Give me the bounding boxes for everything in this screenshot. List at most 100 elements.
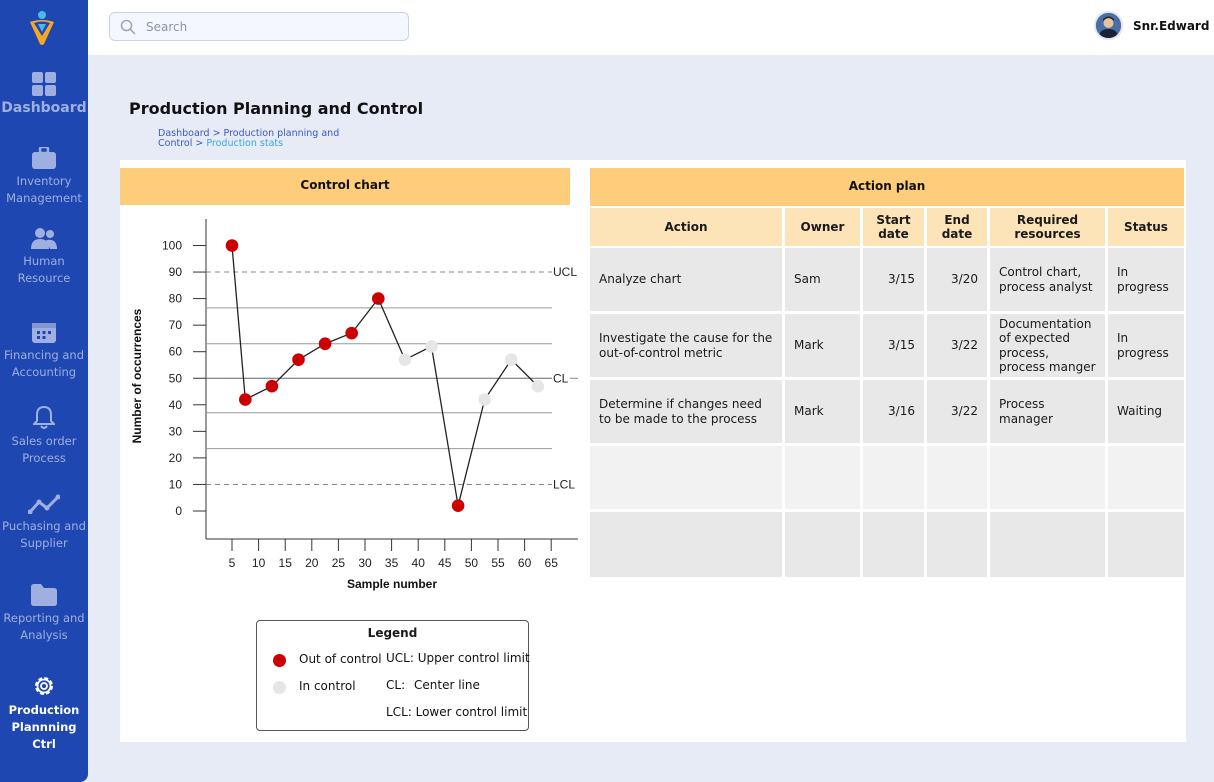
table-cell-empty bbox=[785, 512, 860, 577]
sidebar-item-reporting[interactable]: Reporting and Analysis bbox=[0, 584, 88, 644]
sidebar-item-inventory[interactable]: Inventory Management bbox=[0, 147, 88, 207]
legend-cl-key: CL: bbox=[386, 678, 406, 692]
x-tick-label: 25 bbox=[332, 556, 346, 570]
data-point-in-control bbox=[398, 353, 412, 366]
trend-icon bbox=[28, 494, 60, 514]
x-tick-label: 30 bbox=[358, 556, 372, 570]
data-point-in-control bbox=[425, 340, 438, 353]
control-line-label-ucl: UCL bbox=[553, 265, 577, 279]
table-cell-status: In progress bbox=[1108, 314, 1184, 377]
user-avatar-icon bbox=[1096, 13, 1121, 38]
table-cell-empty bbox=[785, 446, 860, 509]
control-line-label-lcl: LCL bbox=[553, 477, 575, 491]
column-header-end-date: End date bbox=[927, 208, 987, 246]
calendar-icon bbox=[32, 323, 56, 343]
page-title: Production Planning and Control bbox=[129, 99, 424, 118]
sidebar-item-label: Dashboard bbox=[1, 100, 87, 116]
data-point-in-control bbox=[505, 353, 518, 366]
table-cell-end: 3/22 bbox=[927, 380, 987, 443]
table-cell-owner: Mark bbox=[785, 380, 860, 443]
search-box[interactable] bbox=[109, 12, 409, 41]
column-header-start-date: Start date bbox=[863, 208, 924, 246]
table-cell-empty bbox=[863, 446, 924, 509]
table-cell-status: In progress bbox=[1108, 248, 1184, 311]
table-cell-end: 3/20 bbox=[927, 248, 987, 311]
sidebar: Dashboard Inventory Management Human Res… bbox=[0, 0, 88, 782]
x-axis-label: Sample number bbox=[347, 577, 437, 591]
control-line-label-cl: CL bbox=[553, 371, 569, 385]
table-cell-empty bbox=[1108, 446, 1184, 509]
y-tick-label: 10 bbox=[169, 477, 183, 491]
table-cell-owner: Mark bbox=[785, 314, 860, 377]
data-point-out-of-control bbox=[239, 393, 252, 406]
y-tick-label: 70 bbox=[169, 318, 183, 332]
table-cell-end: 3/22 bbox=[927, 314, 987, 377]
series-line bbox=[231, 245, 539, 506]
data-point-out-of-control bbox=[318, 337, 332, 351]
in-control-marker bbox=[273, 681, 286, 694]
data-point-out-of-control bbox=[225, 239, 239, 252]
search-icon bbox=[120, 19, 136, 35]
briefcase-icon bbox=[32, 147, 56, 169]
sidebar-item-label: Sales order Process bbox=[11, 434, 77, 465]
table-cell-status: Waiting bbox=[1108, 380, 1184, 443]
sidebar-item-sales-order[interactable]: Sales order Process bbox=[0, 405, 88, 467]
sidebar-item-label: Financing and Accounting bbox=[4, 348, 84, 379]
sidebar-item-label: Reporting and Analysis bbox=[3, 611, 85, 642]
table-cell-start: 3/15 bbox=[863, 314, 924, 377]
users-icon bbox=[31, 228, 57, 249]
table-cell-action: Determine if changes need to be made to … bbox=[590, 380, 782, 443]
legend-out-of-control: Out of control bbox=[299, 652, 382, 666]
sidebar-item-financing[interactable]: Financing and Accounting bbox=[0, 321, 88, 381]
app-logo-icon bbox=[30, 11, 54, 45]
x-tick-label: 55 bbox=[491, 556, 505, 570]
control-chart: Number of occurrences Sample number UCL C… bbox=[130, 219, 578, 591]
data-point-out-of-control bbox=[292, 353, 305, 366]
gear-icon bbox=[35, 677, 53, 695]
column-header-action: Action bbox=[590, 208, 782, 246]
legend-cl: Center line bbox=[414, 678, 480, 692]
legend-in-control: In control bbox=[299, 679, 356, 693]
table-cell-empty bbox=[990, 512, 1105, 577]
sidebar-item-dashboard[interactable]: Dashboard bbox=[0, 72, 88, 117]
x-tick-label: 35 bbox=[385, 556, 399, 570]
table-cell-empty bbox=[590, 446, 782, 509]
search-input[interactable] bbox=[146, 17, 396, 37]
column-header-owner: Owner bbox=[785, 208, 860, 246]
breadcrumb-item-current: Production stats bbox=[206, 138, 284, 149]
y-axis-label: Number of occurrences bbox=[130, 308, 144, 443]
y-tick-label: 50 bbox=[169, 371, 183, 385]
table-cell-action: Investigate the cause for the out-of-con… bbox=[590, 314, 782, 377]
data-point-out-of-control bbox=[451, 499, 465, 512]
y-tick-label: 90 bbox=[169, 265, 183, 279]
x-tick-label: 40 bbox=[412, 556, 426, 570]
table-cell-empty bbox=[927, 446, 987, 509]
sidebar-item-label: Puchasing and Supplier bbox=[2, 519, 86, 550]
table-cell-empty bbox=[1108, 512, 1184, 577]
y-tick-label: 60 bbox=[169, 345, 183, 359]
x-tick-label: 65 bbox=[545, 556, 559, 570]
x-tick-label: 50 bbox=[465, 556, 479, 570]
sidebar-item-production-planning[interactable]: Production Plannning Ctrl bbox=[0, 674, 88, 753]
column-header-status: Status bbox=[1108, 208, 1184, 246]
table-cell-empty bbox=[990, 446, 1105, 509]
sidebar-item-label: Production Plannning Ctrl bbox=[8, 703, 80, 751]
table-cell-empty bbox=[590, 512, 782, 577]
breadcrumb: Dashboard > Production planning and Cont… bbox=[158, 128, 340, 149]
sidebar-item-human-resource[interactable]: Human Resource bbox=[0, 227, 88, 287]
column-header-required-resources: Required resources bbox=[990, 208, 1105, 246]
y-tick-label: 40 bbox=[169, 398, 183, 412]
data-point-in-control bbox=[478, 393, 492, 406]
data-point-out-of-control bbox=[345, 326, 358, 340]
table-cell-start: 3/15 bbox=[863, 248, 924, 311]
bell-icon bbox=[33, 405, 55, 429]
grid-icon bbox=[32, 72, 56, 96]
chart-legend: Legend Out of control In control UCL: Up… bbox=[256, 620, 530, 731]
y-tick-label: 20 bbox=[169, 451, 183, 465]
table-cell-empty bbox=[927, 512, 987, 577]
username[interactable]: Snr.Edward bbox=[1133, 19, 1209, 33]
avatar[interactable] bbox=[1094, 11, 1123, 40]
y-tick-label: 80 bbox=[169, 292, 183, 306]
sidebar-item-label: Inventory Management bbox=[6, 174, 82, 205]
sidebar-item-purchasing[interactable]: Puchasing and Supplier bbox=[0, 494, 88, 552]
